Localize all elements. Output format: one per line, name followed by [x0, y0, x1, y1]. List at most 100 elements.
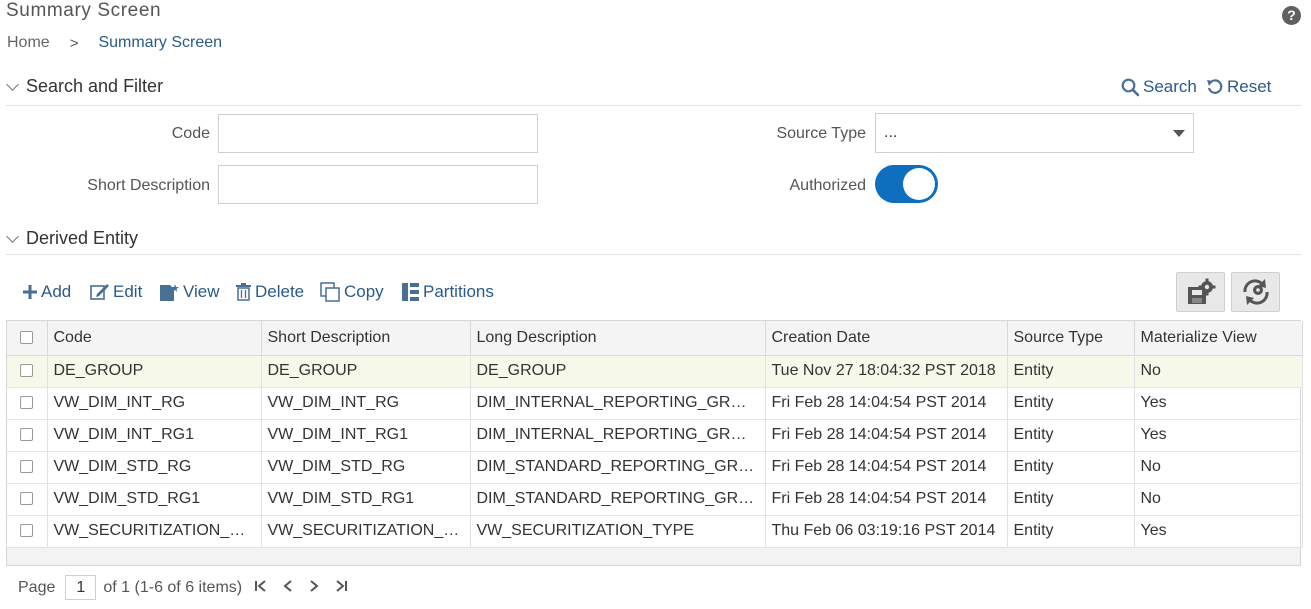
table-row[interactable]: VW_DIM_INT_RG VW_DIM_INT_RG DIM_INTERNAL…: [7, 387, 1303, 420]
table-row[interactable]: VW_DIM_STD_RG VW_DIM_STD_RG DIM_STANDARD…: [7, 451, 1303, 484]
page-summary: of 1 (1-6 of 6 items): [103, 578, 243, 596]
cell-creation-date: Fri Feb 28 14:04:54 PST 2014: [765, 419, 1008, 452]
delete-label: Delete: [255, 282, 305, 301]
search-filter-header[interactable]: Search and Filter: [6, 76, 163, 97]
table-header-row: Code Short Description Long Description …: [7, 321, 1303, 356]
search-button[interactable]: Search: [1121, 77, 1197, 97]
section-divider: [6, 105, 1301, 106]
help-icon[interactable]: ?: [1282, 6, 1301, 25]
short-description-input[interactable]: [218, 165, 538, 204]
source-type-label: Source Type: [776, 125, 866, 142]
cell-materialize-view: Yes: [1134, 387, 1303, 420]
page-number-input[interactable]: 1: [65, 575, 97, 600]
horizontal-scrollbar[interactable]: [7, 547, 1300, 565]
copy-button[interactable]: Copy: [320, 282, 384, 302]
cell-short-description: VW_DIM_STD_RG1: [261, 483, 471, 516]
column-header-source-type[interactable]: Source Type: [1007, 321, 1135, 356]
cell-creation-date: Tue Nov 27 18:04:32 PST 2018: [765, 355, 1008, 388]
cell-source-type: Entity: [1007, 483, 1135, 516]
cell-short-description: VW_DIM_INT_RG: [261, 387, 471, 420]
cell-creation-date: Fri Feb 28 14:04:54 PST 2014: [765, 451, 1008, 484]
derived-entity-header[interactable]: Derived Entity: [6, 228, 138, 249]
cell-materialize-view: Yes: [1134, 515, 1303, 548]
table-row[interactable]: VW_DIM_STD_RG1 VW_DIM_STD_RG1 DIM_STANDA…: [7, 483, 1303, 516]
caret-down-icon: [1173, 129, 1185, 137]
derived-entity-title: Derived Entity: [26, 228, 139, 248]
row-select-cell: [7, 419, 48, 452]
authorized-toggle[interactable]: [875, 165, 938, 203]
row-checkbox[interactable]: [20, 460, 34, 474]
row-checkbox[interactable]: [20, 492, 34, 506]
authorized-label: Authorized: [789, 177, 867, 194]
cell-materialize-view: No: [1134, 451, 1303, 484]
cell-code: VW_DIM_INT_RG: [47, 387, 262, 420]
next-page-icon[interactable]: [308, 577, 320, 598]
select-all-checkbox[interactable]: [20, 331, 34, 345]
cell-short-description: VW_DIM_STD_RG: [261, 451, 471, 484]
derived-entity-table: Code Short Description Long Description …: [6, 320, 1303, 566]
add-button[interactable]: Add: [22, 282, 71, 302]
page-title: Summary Screen: [6, 0, 162, 21]
section-divider: [6, 254, 1301, 255]
edit-button[interactable]: Edit: [90, 282, 142, 302]
copy-label: Copy: [344, 282, 384, 301]
reset-label: Reset: [1227, 77, 1272, 96]
column-header-code[interactable]: Code: [47, 321, 262, 356]
row-checkbox[interactable]: [20, 364, 34, 378]
breadcrumb-home[interactable]: Home: [7, 34, 50, 52]
column-header-long-description[interactable]: Long Description: [470, 321, 766, 356]
reset-icon: [1207, 79, 1223, 94]
row-select-cell: [7, 483, 48, 516]
row-select-cell: [7, 355, 48, 388]
row-checkbox[interactable]: [20, 396, 34, 410]
page-label: Page: [18, 578, 56, 596]
cell-code: VW_SECURITIZATION_TYPE: [47, 515, 262, 548]
refresh-settings-button[interactable]: [1231, 272, 1280, 312]
save-settings-button[interactable]: [1176, 272, 1225, 312]
cell-source-type: Entity: [1007, 387, 1135, 420]
row-select-cell: [7, 451, 48, 484]
row-select-cell: [7, 515, 48, 548]
cell-short-description: VW_SECURITIZATION_TY...: [261, 515, 471, 548]
partitions-icon: [402, 283, 419, 301]
column-header-creation-date[interactable]: Creation Date: [765, 321, 1008, 356]
delete-button[interactable]: Delete: [235, 282, 304, 302]
search-filter-title: Search and Filter: [26, 76, 164, 96]
cell-code: VW_DIM_STD_RG: [47, 451, 262, 484]
cell-long-description: DIM_INTERNAL_REPORTING_GROUP: [470, 387, 766, 420]
row-checkbox[interactable]: [20, 524, 34, 538]
source-type-select[interactable]: ...: [875, 113, 1194, 153]
cell-short-description: VW_DIM_INT_RG1: [261, 419, 471, 452]
code-label: Code: [171, 125, 210, 142]
table-row[interactable]: VW_SECURITIZATION_TYPE VW_SECURITIZATION…: [7, 515, 1303, 548]
code-input[interactable]: [218, 114, 538, 153]
cell-code: VW_DIM_INT_RG1: [47, 419, 262, 452]
previous-page-icon[interactable]: [282, 577, 294, 598]
row-checkbox[interactable]: [20, 428, 34, 442]
reset-button[interactable]: Reset: [1206, 77, 1271, 97]
first-page-icon[interactable]: [254, 577, 268, 598]
cell-short-description: DE_GROUP: [261, 355, 471, 388]
edit-icon: [90, 284, 109, 300]
cell-long-description: DIM_STANDARD_REPORTING_GROUP: [470, 451, 766, 484]
short-description-label: Short Description: [87, 177, 210, 194]
table-row[interactable]: DE_GROUP DE_GROUP DE_GROUP Tue Nov 27 18…: [7, 355, 1303, 388]
view-label: View: [183, 282, 220, 301]
refresh-gear-icon: [1242, 279, 1269, 305]
trash-icon: [236, 283, 251, 301]
select-all-cell: [7, 321, 48, 356]
view-button[interactable]: View: [159, 282, 220, 302]
column-header-short-description[interactable]: Short Description: [261, 321, 471, 356]
last-page-icon[interactable]: [334, 577, 348, 598]
add-label: Add: [41, 282, 72, 301]
toggle-knob: [903, 168, 935, 200]
breadcrumb-current[interactable]: Summary Screen: [98, 34, 222, 52]
row-select-cell: [7, 387, 48, 420]
partitions-button[interactable]: Partitions: [401, 282, 494, 302]
table-row[interactable]: VW_DIM_INT_RG1 VW_DIM_INT_RG1 DIM_INTERN…: [7, 419, 1303, 452]
chevron-down-icon: [6, 78, 19, 91]
cell-materialize-view: No: [1134, 483, 1303, 516]
pagination: Page 1 of 1 (1-6 of 6 items): [18, 575, 348, 600]
column-header-materialize-view[interactable]: Materialize View: [1134, 321, 1303, 356]
source-type-value: ...: [884, 124, 898, 141]
